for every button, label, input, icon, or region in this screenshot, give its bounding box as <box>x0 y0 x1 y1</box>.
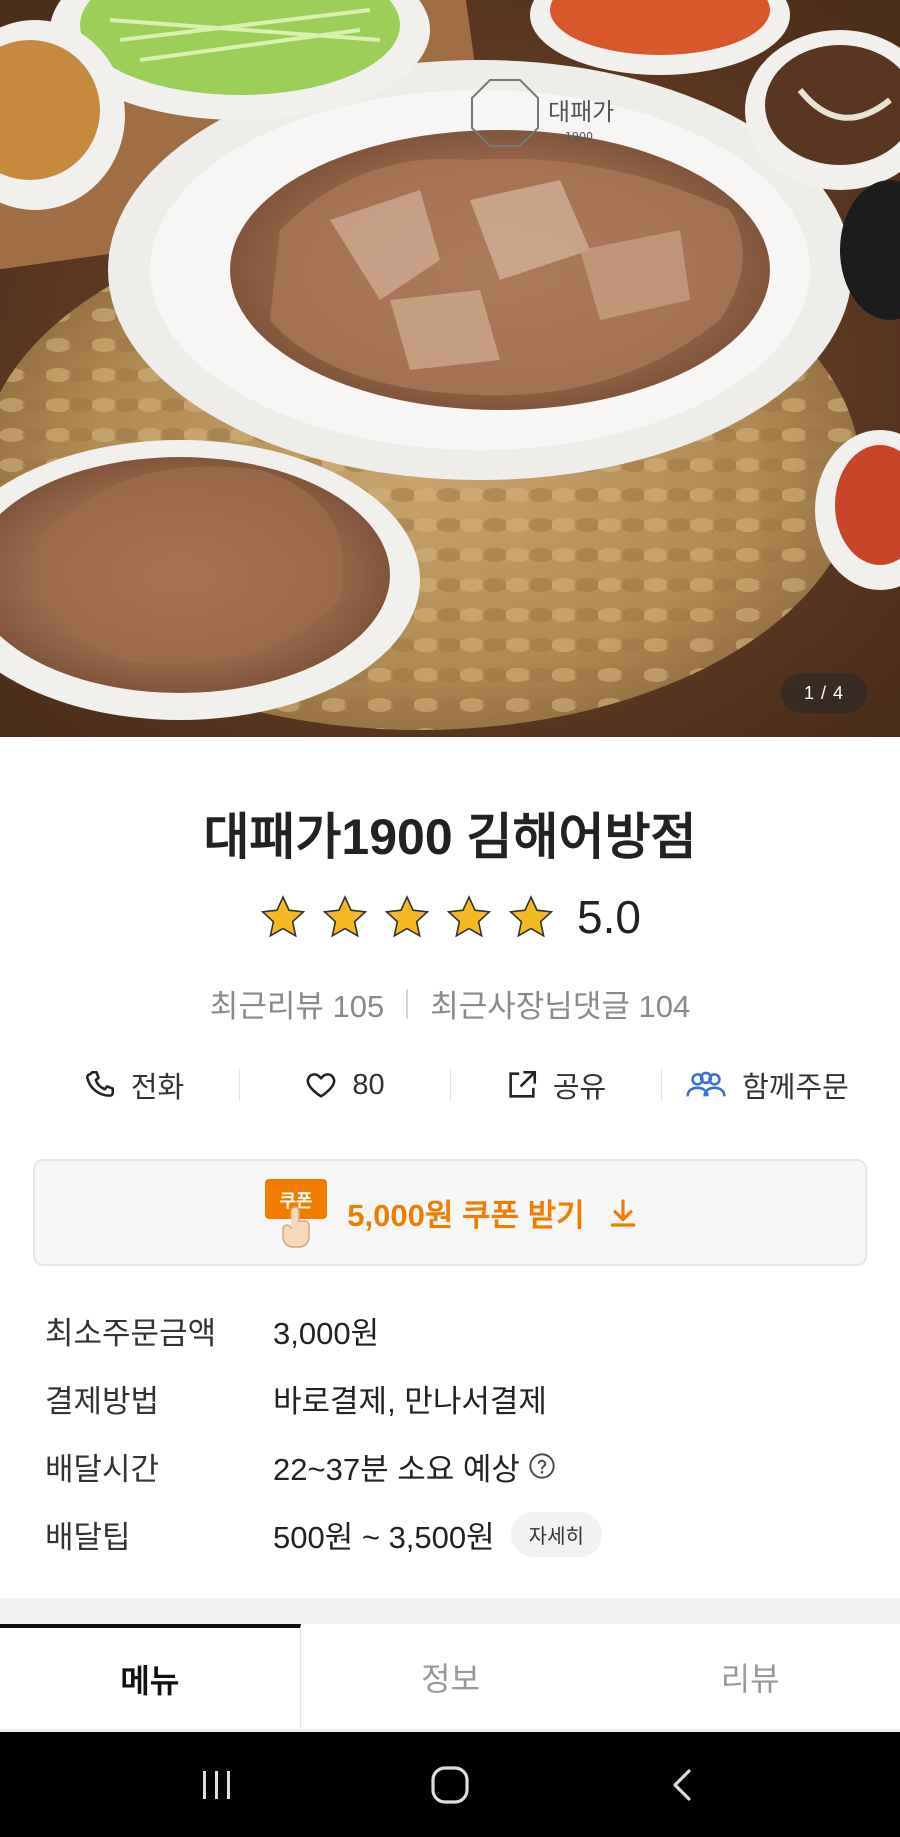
back-icon <box>673 1768 691 1801</box>
like-button[interactable]: 80 <box>239 1060 450 1110</box>
phone-icon <box>85 1070 114 1097</box>
group-order-label: 함께주문 <box>742 1072 849 1104</box>
svg-text:1900: 1900 <box>565 130 593 143</box>
divider <box>406 988 409 1019</box>
delivery-tip-value-wrap: 500원 ~ 3,500원 자세히 <box>273 1511 602 1557</box>
coupon-label: 5,000원 쿠폰 받기 <box>347 1198 585 1233</box>
payment-value: 바로결제, 만나서결제 <box>273 1383 547 1419</box>
home-icon <box>431 1765 469 1804</box>
share-icon <box>509 1070 536 1098</box>
delivery-time-value-wrap: 22~37분 소요 예상 <box>273 1444 556 1489</box>
delivery-time-label: 배달시간 <box>45 1451 160 1487</box>
delivery-tip-detail-button[interactable]: 자세히 <box>510 1511 602 1557</box>
recent-apps-icon <box>202 1770 230 1799</box>
tab-reviews[interactable]: 리뷰 <box>600 1624 900 1729</box>
store-actions: 전화 80 공유 함께주문 <box>28 1060 872 1110</box>
svg-text:대패가: 대패가 <box>548 98 614 126</box>
delivery-time-value: 22~37분 소요 예상 <box>273 1451 520 1487</box>
star-icon <box>322 895 368 938</box>
delivery-time-row: 배달시간 22~37분 소요 예상 <box>45 1441 865 1491</box>
group-order-button[interactable]: 함께주문 <box>661 1060 872 1110</box>
share-button[interactable]: 공유 <box>450 1060 661 1110</box>
call-button[interactable]: 전화 <box>28 1060 239 1110</box>
call-label: 전화 <box>130 1072 185 1104</box>
coupon-download-button[interactable]: 쿠폰 5,000원 쿠폰 받기 <box>33 1159 867 1266</box>
recent-owner-replies-link[interactable]: 최근사장님댓글 104 <box>430 981 690 1026</box>
review-summary: 최근리뷰 105 최근사장님댓글 104 <box>0 981 900 1026</box>
star-icon <box>508 895 554 938</box>
home-button[interactable] <box>420 1755 480 1815</box>
star-icon <box>260 895 306 938</box>
system-nav-bar <box>0 1732 900 1837</box>
coupon-badge: 쿠폰 <box>261 1175 331 1251</box>
payment-label: 결제방법 <box>45 1383 160 1419</box>
group-icon <box>686 1071 726 1097</box>
star-icon <box>446 895 492 938</box>
rating-value: 5.0 <box>577 891 641 943</box>
help-icon[interactable] <box>528 1452 556 1480</box>
hero-image[interactable]: 대패가 1900 1 / 4 <box>0 0 900 737</box>
min-order-value: 3,000원 <box>273 1315 380 1351</box>
heart-icon <box>307 1073 336 1098</box>
store-name: 대패가1900 김해어방점 <box>203 809 697 865</box>
share-label: 공유 <box>552 1072 607 1104</box>
delivery-tip-value: 500원 ~ 3,500원 <box>273 1519 495 1555</box>
min-order-label: 최소주문금액 <box>45 1315 217 1351</box>
delivery-tip-row: 배달팁 500원 ~ 3,500원 자세히 <box>45 1509 865 1559</box>
min-order-row: 최소주문금액 3,000원 <box>45 1305 865 1355</box>
delivery-tip-label: 배달팁 <box>45 1519 131 1555</box>
like-count: 80 <box>352 1068 385 1101</box>
store-tabs: 메뉴 정보 리뷰 <box>0 1624 900 1732</box>
image-counter: 1 / 4 <box>781 673 867 713</box>
tab-menu[interactable]: 메뉴 <box>0 1624 301 1729</box>
tab-info[interactable]: 정보 <box>301 1624 601 1729</box>
coupon-icon: 쿠폰 <box>265 1178 328 1248</box>
payment-row: 결제방법 바로결제, 만나서결제 <box>45 1373 865 1423</box>
recent-reviews-link[interactable]: 최근리뷰 105 <box>210 981 384 1026</box>
rating: 5.0 <box>0 890 900 944</box>
star-icon <box>384 895 430 938</box>
food-photo: 대패가 1900 <box>0 0 900 737</box>
download-arrow-icon <box>610 1198 635 1227</box>
back-button[interactable] <box>653 1755 713 1815</box>
section-divider <box>0 1598 900 1624</box>
recent-apps-button[interactable] <box>187 1755 247 1815</box>
